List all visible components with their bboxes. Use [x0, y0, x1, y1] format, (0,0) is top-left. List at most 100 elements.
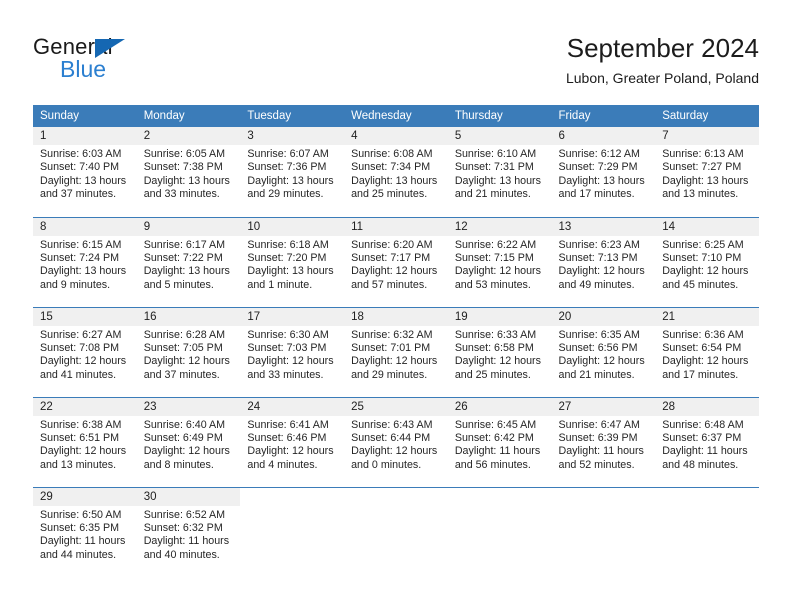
daylight-text-line2: and 25 minutes. [351, 188, 428, 201]
sunrise-text: Sunrise: 6:32 AM [351, 328, 433, 341]
calendar-day-cell[interactable]: 3 Sunrise: 6:07 AM Sunset: 7:36 PM Daylight… [240, 127, 345, 217]
sunset-text: Sunset: 7:24 PM [40, 251, 120, 264]
daylight-text-line1: Daylight: 12 hours [351, 355, 438, 368]
daylight-text-line2: and 33 minutes. [247, 368, 324, 381]
calendar-day-cell[interactable]: 26 Sunrise: 6:45 AM Sunset: 6:42 PM Dayligh… [447, 397, 552, 487]
calendar-day-cell[interactable]: 30 Sunrise: 6:52 AM Sunset: 6:32 PM Dayligh… [136, 487, 241, 577]
sunrise-text: Sunrise: 6:50 AM [40, 508, 122, 521]
calendar-day-cell[interactable]: 2 Sunrise: 6:05 AM Sunset: 7:38 PM Daylight… [136, 127, 241, 217]
calendar-day-cell[interactable]: 4 Sunrise: 6:08 AM Sunset: 7:34 PM Daylight… [344, 127, 448, 217]
calendar-day-cell [655, 487, 759, 577]
calendar-day-cell[interactable]: 27 Sunrise: 6:47 AM Sunset: 6:39 PM Dayligh… [551, 397, 656, 487]
sunrise-text: Sunrise: 6:36 AM [662, 328, 744, 341]
sunrise-text: Sunrise: 6:22 AM [454, 238, 537, 251]
calendar-day-cell[interactable]: 6 Sunrise: 6:12 AM Sunset: 7:29 PM Daylight… [551, 127, 656, 217]
day-details: Sunrise: 6:33 AM Sunset: 6:58 PM Daylight:… [448, 326, 552, 383]
day-details: Sunrise: 6:08 AM Sunset: 7:34 PM Daylight:… [344, 145, 448, 202]
day-cell-inner: 10 Sunrise: 6:18 AM Sunset: 7:20 PM Dayligh… [240, 217, 345, 307]
sunrise-text: Sunrise: 6:08 AM [351, 148, 433, 160]
calendar-day-cell[interactable]: 17 Sunrise: 6:30 AM Sunset: 7:03 PM Dayligh… [240, 307, 345, 397]
day-cell-inner: 8 Sunrise: 6:15 AM Sunset: 7:24 PM Daylight… [33, 217, 137, 307]
sunset-text: Sunset: 7:31 PM [454, 161, 534, 174]
calendar-day-cell[interactable]: 28 Sunrise: 6:48 AM Sunset: 6:37 PM Dayligh… [655, 397, 759, 487]
day-details: Sunrise: 6:40 AM Sunset: 6:49 PM Daylight:… [137, 416, 241, 473]
calendar-day-cell[interactable]: 19 Sunrise: 6:33 AM Sunset: 6:58 PM Dayligh… [447, 307, 552, 397]
calendar-day-cell[interactable]: 18 Sunrise: 6:32 AM Sunset: 7:01 PM Dayligh… [344, 307, 448, 397]
calendar-day-cell[interactable]: 13 Sunrise: 6:23 AM Sunset: 7:13 PM Dayligh… [551, 217, 656, 307]
sunrise-text: Sunrise: 6:23 AM [558, 238, 640, 251]
calendar-day-cell[interactable]: 1 Sunrise: 6:03 AM Sunset: 7:40 PM Daylight… [33, 127, 137, 217]
day-details: Sunrise: 6:10 AM Sunset: 7:31 PM Daylight:… [448, 145, 552, 202]
calendar-grid: Sunday Monday Tuesday Wednesday Thursday… [33, 105, 759, 577]
day-number: 1 [33, 127, 137, 145]
calendar-day-cell[interactable]: 16 Sunrise: 6:28 AM Sunset: 7:05 PM Dayligh… [136, 307, 241, 397]
daylight-text-line1: Daylight: 12 hours [558, 355, 645, 368]
sunset-text: Sunset: 7:27 PM [662, 161, 742, 174]
daylight-text-line1: Daylight: 12 hours [247, 355, 334, 368]
day-number: 29 [33, 487, 137, 506]
calendar-day-cell[interactable]: 7 Sunrise: 6:13 AM Sunset: 7:27 PM Daylight… [655, 127, 759, 217]
daylight-text-line2: and 40 minutes. [143, 548, 220, 561]
daylight-text-line1: Daylight: 13 hours [454, 174, 541, 187]
calendar-day-cell[interactable]: 23 Sunrise: 6:40 AM Sunset: 6:49 PM Dayligh… [136, 397, 241, 487]
daylight-text-line2: and 53 minutes. [454, 278, 531, 291]
calendar-day-cell[interactable]: 5 Sunrise: 6:10 AM Sunset: 7:31 PM Daylight… [447, 127, 552, 217]
day-number: 9 [136, 217, 241, 236]
daylight-text-line1: Daylight: 12 hours [351, 265, 438, 278]
day-number: 5 [447, 127, 552, 145]
sunrise-text: Sunrise: 6:28 AM [143, 328, 226, 341]
sunset-text: Sunset: 7:15 PM [454, 251, 534, 264]
calendar-day-cell[interactable]: 15 Sunrise: 6:27 AM Sunset: 7:08 PM Dayligh… [33, 307, 137, 397]
calendar-body: 1 Sunrise: 6:03 AM Sunset: 7:40 PM Daylight… [33, 127, 759, 577]
daylight-text-line1: Daylight: 11 hours [143, 535, 230, 548]
daylight-text-line2: and 13 minutes. [662, 188, 739, 201]
day-number: 24 [240, 397, 345, 416]
calendar-day-cell[interactable]: 8 Sunrise: 6:15 AM Sunset: 7:24 PM Daylight… [33, 217, 137, 307]
day-details: Sunrise: 6:27 AM Sunset: 7:08 PM Daylight:… [33, 326, 137, 383]
daylight-text-line2: and 21 minutes. [558, 368, 635, 381]
calendar-day-cell [240, 487, 344, 577]
calendar-day-cell[interactable]: 12 Sunrise: 6:22 AM Sunset: 7:15 PM Dayligh… [447, 217, 552, 307]
calendar-day-cell[interactable]: 21 Sunrise: 6:36 AM Sunset: 6:54 PM Dayligh… [655, 307, 759, 397]
day-cell-inner: 17 Sunrise: 6:30 AM Sunset: 7:03 PM Dayligh… [240, 307, 345, 397]
daylight-text-line2: and 17 minutes. [662, 368, 739, 381]
sunset-text: Sunset: 6:58 PM [454, 341, 534, 354]
general-blue-logo[interactable]: General Blue [33, 34, 233, 90]
daylight-text-line2: and 48 minutes. [662, 458, 739, 471]
calendar-day-cell[interactable]: 11 Sunrise: 6:20 AM Sunset: 7:17 PM Dayligh… [344, 217, 448, 307]
sunset-text: Sunset: 7:34 PM [351, 161, 431, 174]
day-details: Sunrise: 6:35 AM Sunset: 6:56 PM Daylight:… [552, 326, 656, 383]
weekday-header-friday: Friday [551, 105, 656, 127]
sunrise-text: Sunrise: 6:15 AM [40, 238, 122, 251]
day-cell-inner: 6 Sunrise: 6:12 AM Sunset: 7:29 PM Daylight… [551, 127, 656, 216]
calendar-day-cell[interactable]: 20 Sunrise: 6:35 AM Sunset: 6:56 PM Dayligh… [551, 307, 656, 397]
day-number [448, 488, 552, 506]
day-details: Sunrise: 6:41 AM Sunset: 6:46 PM Daylight:… [240, 416, 344, 473]
calendar-day-cell[interactable]: 14 Sunrise: 6:25 AM Sunset: 7:10 PM Dayligh… [655, 217, 759, 307]
calendar-day-cell[interactable]: 10 Sunrise: 6:18 AM Sunset: 7:20 PM Dayligh… [240, 217, 345, 307]
day-details: Sunrise: 6:45 AM Sunset: 6:42 PM Daylight:… [448, 416, 552, 473]
daylight-text-line2: and 1 minute. [247, 278, 313, 291]
day-number: 2 [136, 127, 241, 145]
calendar-day-cell[interactable]: 22 Sunrise: 6:38 AM Sunset: 6:51 PM Dayligh… [33, 397, 137, 487]
day-details: Sunrise: 6:22 AM Sunset: 7:15 PM Daylight:… [448, 236, 552, 293]
daylight-text-line2: and 0 minutes. [351, 458, 422, 471]
day-cell-inner: 25 Sunrise: 6:43 AM Sunset: 6:44 PM Dayligh… [344, 397, 448, 487]
logo-text-blue: Blue [60, 56, 107, 82]
sunset-text: Sunset: 7:38 PM [143, 161, 223, 174]
sunrise-text: Sunrise: 6:27 AM [40, 328, 122, 341]
calendar-day-cell[interactable]: 29 Sunrise: 6:50 AM Sunset: 6:35 PM Dayligh… [33, 487, 137, 577]
daylight-text-line1: Daylight: 12 hours [40, 355, 127, 368]
calendar-day-cell[interactable]: 25 Sunrise: 6:43 AM Sunset: 6:44 PM Dayligh… [344, 397, 448, 487]
day-number: 17 [240, 307, 345, 326]
day-number: 3 [240, 127, 345, 145]
calendar-day-cell[interactable]: 9 Sunrise: 6:17 AM Sunset: 7:22 PM Daylight… [136, 217, 241, 307]
sunset-text: Sunset: 7:05 PM [143, 341, 223, 354]
calendar-day-cell[interactable]: 24 Sunrise: 6:41 AM Sunset: 6:46 PM Dayligh… [240, 397, 345, 487]
daylight-text-line1: Daylight: 12 hours [662, 355, 749, 368]
day-cell-inner: 30 Sunrise: 6:52 AM Sunset: 6:32 PM Dayligh… [136, 487, 241, 577]
sunset-text: Sunset: 7:08 PM [40, 341, 120, 354]
day-details: Sunrise: 6:28 AM Sunset: 7:05 PM Daylight:… [137, 326, 241, 383]
day-cell-inner: 23 Sunrise: 6:40 AM Sunset: 6:49 PM Dayligh… [136, 397, 241, 487]
day-number [552, 488, 656, 506]
